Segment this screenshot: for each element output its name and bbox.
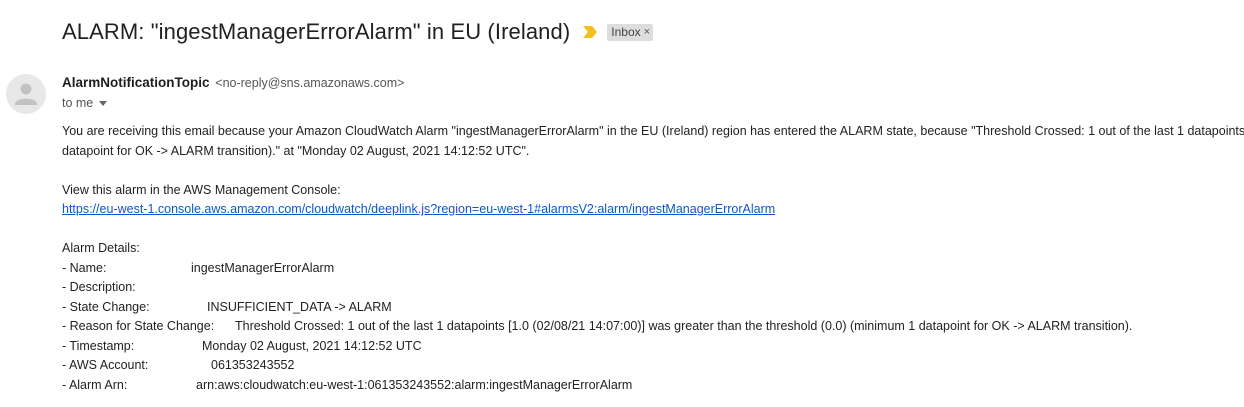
email-body: You are receiving this email because you… xyxy=(62,122,1244,395)
detail-timestamp: - Timestamp: Monday 02 August, 2021 14:1… xyxy=(62,337,1244,357)
importance-marker-icon[interactable] xyxy=(582,26,598,38)
detail-label: - AWS Account: xyxy=(62,358,149,372)
remove-label-icon[interactable]: × xyxy=(644,26,650,38)
console-text: View this alarm in the AWS Management Co… xyxy=(62,182,341,197)
inbox-label-chip[interactable]: Inbox × xyxy=(607,23,654,41)
detail-label: - Timestamp: xyxy=(62,338,135,353)
default-avatar-icon[interactable] xyxy=(6,74,46,114)
detail-alarm-arn: - Alarm Arn: arn:aws:cloudwatch:eu-west-… xyxy=(62,376,1244,396)
detail-value: 061353243552 xyxy=(211,358,295,372)
sender-row: AlarmNotificationTopic <no-reply@sns.ama… xyxy=(62,75,404,90)
detail-label: - Reason for State Change: xyxy=(62,319,215,333)
console-link[interactable]: https://eu-west-1.console.aws.amazon.com… xyxy=(62,202,775,216)
detail-value: ingestManagerErrorAlarm xyxy=(191,260,335,275)
intro-line-2: datapoint for OK -> ALARM transition)." … xyxy=(62,143,530,158)
email-subject: ALARM: "ingestManagerErrorAlarm" in EU (… xyxy=(62,19,571,44)
detail-aws-account: - AWS Account: 061353243552 xyxy=(62,356,1244,376)
detail-label: - Alarm Arn: xyxy=(62,377,128,392)
detail-label: - State Change: xyxy=(62,299,150,314)
inbox-label-text: Inbox xyxy=(611,25,641,39)
detail-value: Threshold Crossed: 1 out of the last 1 d… xyxy=(235,319,1133,333)
details-heading: Alarm Details: xyxy=(62,241,140,255)
detail-value: INSUFFICIENT_DATA -> ALARM xyxy=(207,299,392,314)
detail-label: - Name: xyxy=(62,260,107,275)
recipient-text: to me xyxy=(62,96,94,110)
detail-description: - Description: xyxy=(62,278,1244,298)
detail-value: arn:aws:cloudwatch:eu-west-1:06135324355… xyxy=(196,377,633,392)
detail-value: Monday 02 August, 2021 14:12:52 UTC xyxy=(202,338,422,353)
sender-name[interactable]: AlarmNotificationTopic xyxy=(62,75,210,90)
detail-reason: - Reason for State Change: Threshold Cro… xyxy=(62,317,1244,337)
detail-label: - Description: xyxy=(62,280,136,294)
subject-row: ALARM: "ingestManagerErrorAlarm" in EU (… xyxy=(62,16,654,48)
intro-line-1: You are receiving this email because you… xyxy=(62,124,1244,138)
detail-state-change: - State Change: INSUFFICIENT_DATA -> ALA… xyxy=(62,298,1244,318)
email-view: ALARM: "ingestManagerErrorAlarm" in EU (… xyxy=(0,0,1244,407)
recipient-dropdown[interactable]: to me xyxy=(62,96,108,110)
detail-name: - Name: ingestManagerErrorAlarm xyxy=(62,259,1244,279)
caret-down-icon[interactable] xyxy=(99,100,108,106)
sender-email: <no-reply@sns.amazonaws.com> xyxy=(215,76,405,90)
